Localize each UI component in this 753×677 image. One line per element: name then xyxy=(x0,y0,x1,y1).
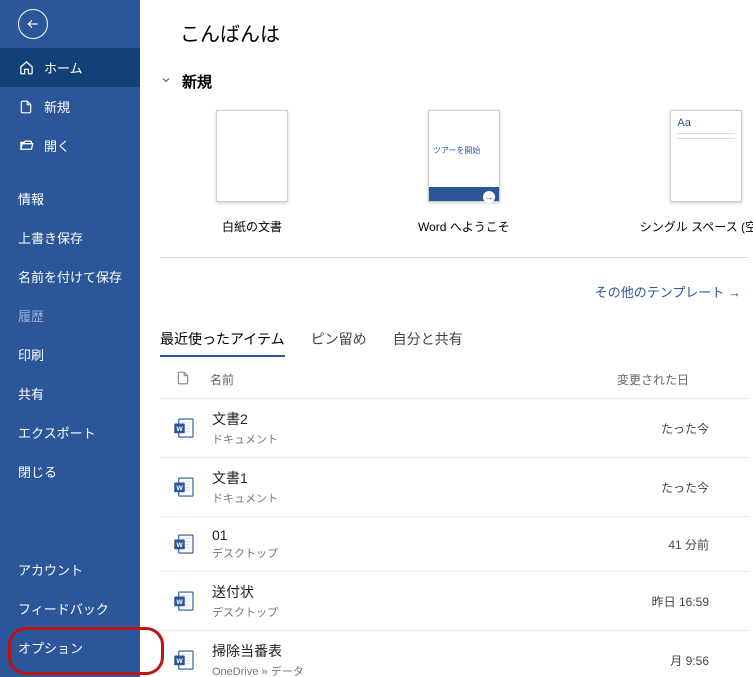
sidebar-item-new[interactable]: 新規 xyxy=(0,87,140,126)
template-label: 白紙の文書 xyxy=(222,218,282,235)
template-thumb xyxy=(216,110,288,202)
main-panel: こんばんは 新規 白紙の文書 ツアーを開始 → Word へようこそ Aa xyxy=(140,0,753,677)
sidebar-label: フィードバック xyxy=(18,599,109,618)
doc-date: たった今 xyxy=(661,420,709,437)
sidebar-item-print[interactable]: 印刷 xyxy=(0,335,140,374)
template-blank[interactable]: 白紙の文書 xyxy=(216,110,288,235)
sidebar-label: アカウント xyxy=(18,560,83,579)
sidebar-item-account[interactable]: アカウント xyxy=(0,550,140,589)
sidebar-item-feedback[interactable]: フィードバック xyxy=(0,589,140,628)
tab-recent[interactable]: 最近使ったアイテム xyxy=(160,329,285,357)
sidebar-label: オプション xyxy=(18,638,83,657)
doc-location: デスクトップ xyxy=(212,604,278,620)
sidebar-label: 印刷 xyxy=(18,345,44,364)
sidebar-label: 新規 xyxy=(44,97,70,116)
template-thumb: ツアーを開始 → xyxy=(428,110,500,202)
sidebar-item-close[interactable]: 閉じる xyxy=(0,452,140,491)
sidebar-item-saveas[interactable]: 名前を付けて保存 xyxy=(0,257,140,296)
tab-shared[interactable]: 自分と共有 xyxy=(393,329,463,357)
sidebar-item-open[interactable]: 開く xyxy=(0,126,140,165)
document-list: 文書2ドキュメントたった今文書1ドキュメントたった今01デスクトップ41 分前送… xyxy=(160,399,749,677)
sidebar-item-share[interactable]: 共有 xyxy=(0,374,140,413)
greeting-text: こんばんは xyxy=(160,18,749,47)
sidebar-label: 情報 xyxy=(18,189,44,208)
doc-location: ドキュメント xyxy=(212,490,278,506)
doc-title: 文書2 xyxy=(212,409,278,429)
sidebar-item-options[interactable]: オプション xyxy=(0,628,140,667)
template-thumb: Aa xyxy=(670,110,742,202)
template-label: Word へようこそ xyxy=(418,218,510,235)
doc-location: デスクトップ xyxy=(212,545,278,561)
sidebar-label: エクスポート xyxy=(18,423,96,442)
word-file-icon xyxy=(170,587,198,615)
doc-date: 月 9:56 xyxy=(670,652,709,669)
list-header: 名前 変更された日 xyxy=(160,357,749,399)
template-tour[interactable]: ツアーを開始 → Word へようこそ xyxy=(418,110,510,235)
doc-location: OneDrive » データ xyxy=(212,663,304,677)
sidebar-label: ホーム xyxy=(44,58,83,77)
sidebar-item-save[interactable]: 上書き保存 xyxy=(0,218,140,257)
more-templates-link[interactable]: その他のテンプレート → xyxy=(160,258,749,301)
document-row[interactable]: 01 デスクトップ 41 分前 xyxy=(160,517,749,572)
template-label: シングル スペース (空白) xyxy=(640,218,753,235)
file-icon xyxy=(18,99,34,115)
arrow-left-icon xyxy=(26,17,40,31)
document-row[interactable]: 文書1 ドキュメント たった今 xyxy=(160,458,749,517)
template-single-space[interactable]: Aa シングル スペース (空白) xyxy=(640,110,753,235)
aa-icon: Aa xyxy=(677,117,735,129)
home-icon xyxy=(18,60,34,76)
doc-date: 昨日 16:59 xyxy=(652,593,709,610)
recent-tabs: 最近使ったアイテム ピン留め 自分と共有 xyxy=(160,329,749,357)
doc-date: たった今 xyxy=(661,479,709,496)
word-file-icon xyxy=(170,473,198,501)
document-row[interactable]: 送付状デスクトップ 昨日 16:59 xyxy=(160,572,749,631)
document-row[interactable]: 掃除当番表 OneDrive » データ 月 9:56 xyxy=(160,631,749,677)
col-date: 変更された日 xyxy=(617,371,689,388)
sidebar-item-info[interactable]: 情報 xyxy=(0,179,140,218)
tab-pinned[interactable]: ピン留め xyxy=(311,329,367,357)
doc-title: 01 xyxy=(212,527,278,543)
sidebar-label: 履歴 xyxy=(18,306,44,325)
sidebar-label: 名前を付けて保存 xyxy=(18,267,122,286)
section-title-new: 新規 xyxy=(182,71,212,92)
sidebar-label: 共有 xyxy=(18,384,44,403)
word-file-icon xyxy=(170,530,198,558)
file-icon xyxy=(176,371,190,388)
sidebar-item-history[interactable]: 履歴 xyxy=(0,296,140,335)
backstage-sidebar: ホーム 新規 開く 情報 上書き保存 名前を付けて保存 履歴 印刷 共有 エクス… xyxy=(0,0,140,677)
word-file-icon xyxy=(170,646,198,674)
sidebar-item-export[interactable]: エクスポート xyxy=(0,413,140,452)
col-name: 名前 xyxy=(210,371,234,388)
arrow-right-icon: → xyxy=(483,191,495,203)
sidebar-item-home[interactable]: ホーム xyxy=(0,48,140,87)
sidebar-label: 閉じる xyxy=(18,462,57,481)
document-row[interactable]: 文書2 ドキュメント たった今 xyxy=(160,399,749,458)
back-button[interactable] xyxy=(18,9,48,39)
doc-title: 文書1 xyxy=(212,468,278,488)
sidebar-label: 開く xyxy=(44,136,70,155)
doc-title: 送付状 xyxy=(212,582,278,602)
word-file-icon xyxy=(170,414,198,442)
chevron-down-icon[interactable] xyxy=(160,74,172,89)
doc-date: 41 分前 xyxy=(668,536,709,553)
doc-location: ドキュメント xyxy=(212,431,278,447)
folder-open-icon xyxy=(18,138,34,154)
tour-thumb-text: ツアーを開始 xyxy=(429,141,485,160)
doc-title: 掃除当番表 xyxy=(212,641,304,661)
sidebar-label: 上書き保存 xyxy=(18,228,83,247)
template-gallery: 白紙の文書 ツアーを開始 → Word へようこそ Aa シングル スペース (… xyxy=(160,110,749,235)
